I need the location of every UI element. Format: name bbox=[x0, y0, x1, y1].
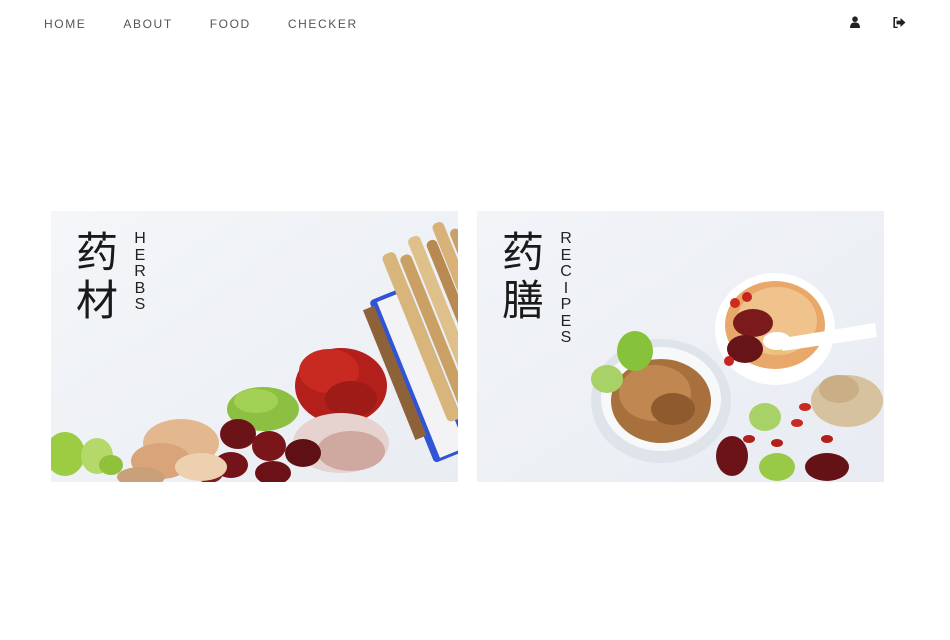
nav-checker-link[interactable]: CHECKER bbox=[288, 16, 358, 32]
title-letter: B bbox=[134, 279, 146, 297]
herbs-chinese-title: 药 材 bbox=[73, 229, 121, 325]
title-letter: C bbox=[560, 263, 572, 280]
recipes-card[interactable]: 药 膳 RECIPES bbox=[477, 211, 884, 482]
title-letter: S bbox=[134, 296, 146, 313]
recipes-english-title: RECIPES bbox=[557, 230, 575, 347]
nav-home-link[interactable]: HOME bbox=[44, 16, 86, 32]
title-letter: E bbox=[560, 312, 572, 330]
title-letter: I bbox=[563, 279, 569, 297]
title-letter: S bbox=[560, 329, 572, 346]
recipes-cn-char-2: 膳 bbox=[501, 276, 544, 325]
logout-icon[interactable] bbox=[892, 14, 906, 30]
herbs-english-title: HERBS bbox=[131, 230, 149, 314]
herbs-cn-char-2: 材 bbox=[75, 276, 118, 325]
recipes-chinese-title: 药 膳 bbox=[499, 229, 547, 325]
nav-links: HOME ABOUT FOOD CHECKER bbox=[44, 16, 395, 32]
herbs-card[interactable]: 药 材 HERBS bbox=[51, 211, 458, 482]
title-letter: E bbox=[560, 246, 572, 264]
nav-about-link[interactable]: ABOUT bbox=[123, 16, 172, 32]
user-icon[interactable] bbox=[848, 14, 862, 30]
title-letter: R bbox=[560, 230, 572, 247]
title-letter: R bbox=[134, 263, 146, 280]
nav-food-link[interactable]: FOOD bbox=[210, 16, 251, 32]
herbs-cn-char-1: 药 bbox=[75, 228, 118, 277]
title-letter: E bbox=[134, 246, 146, 264]
recipes-cn-char-1: 药 bbox=[501, 228, 544, 277]
top-nav: HOME ABOUT FOOD CHECKER bbox=[0, 0, 950, 48]
title-letter: P bbox=[560, 296, 572, 313]
nav-icons bbox=[848, 14, 906, 30]
title-letter: H bbox=[134, 230, 146, 247]
